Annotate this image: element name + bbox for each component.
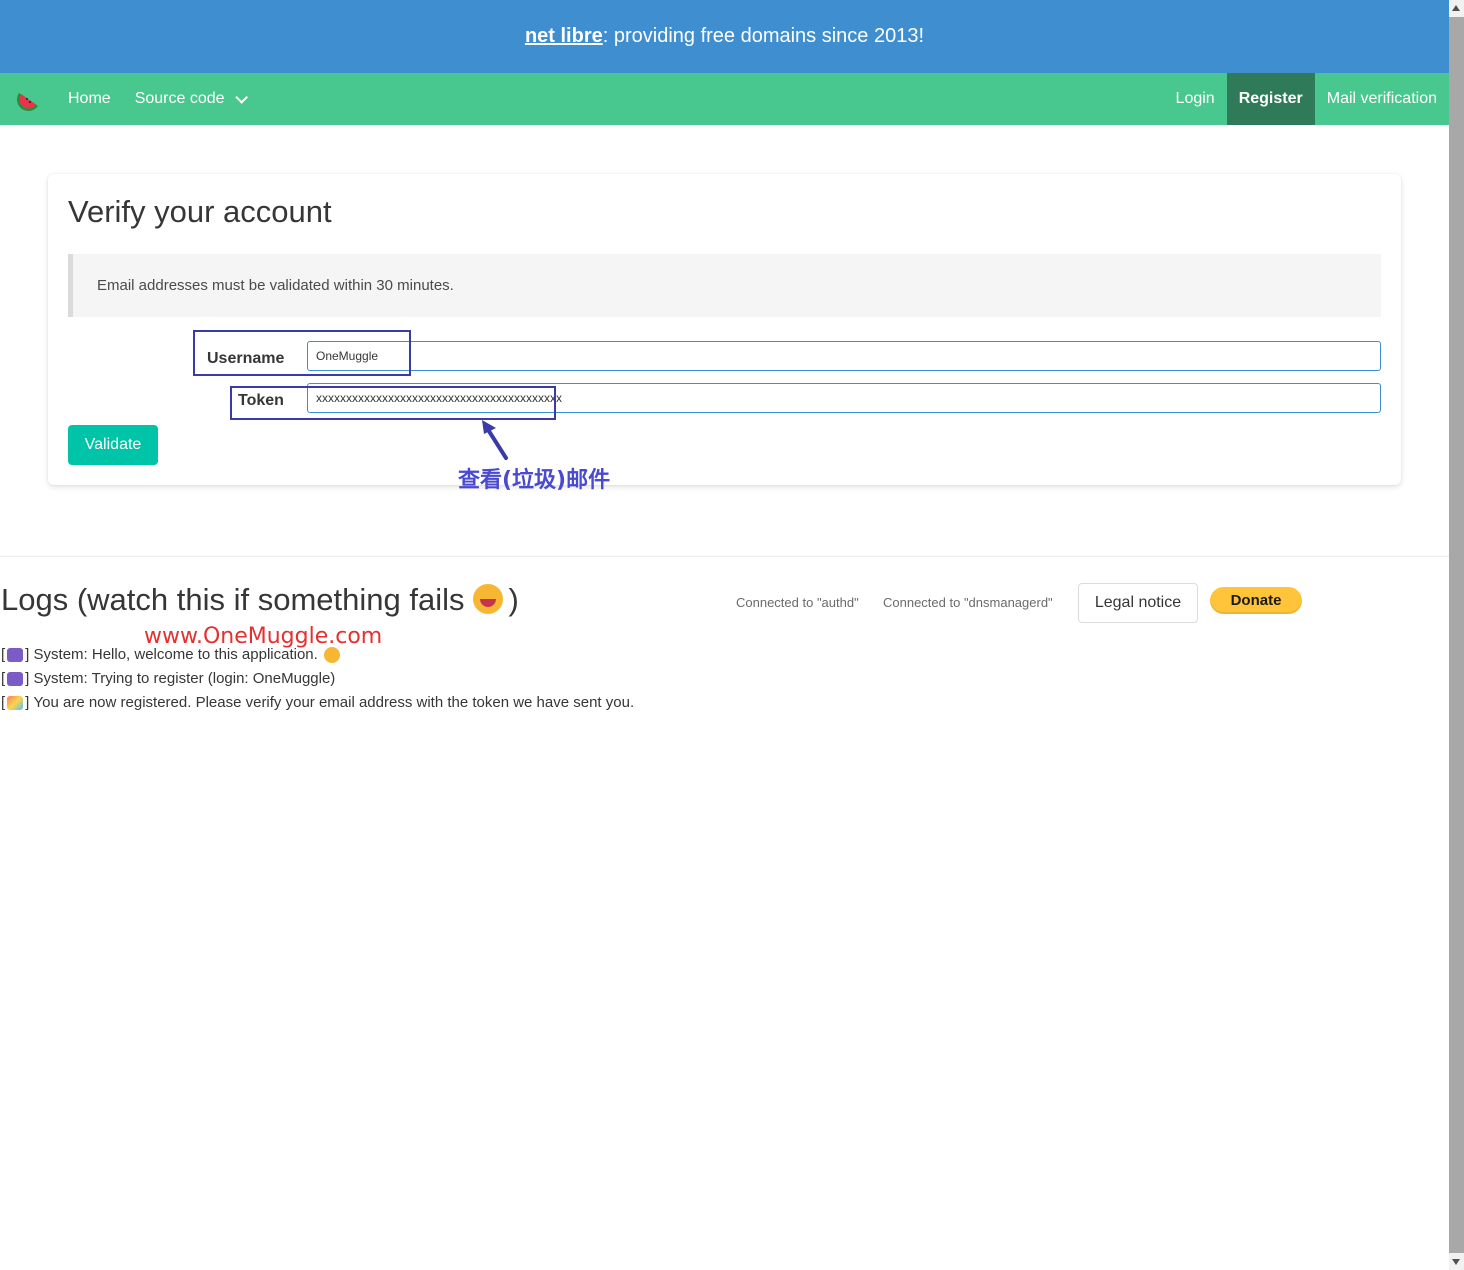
banner-text: : providing free domains since 2013! <box>602 25 925 47</box>
nav-mail-verification[interactable]: Mail verification <box>1315 73 1449 125</box>
bracket-close: ] <box>25 694 34 711</box>
logs-title-text: Logs (watch this if something fails <box>1 582 465 617</box>
robot-icon <box>7 671 24 686</box>
nav-right: Login Register Mail verification <box>1164 73 1449 125</box>
notice-box: Email addresses must be validated within… <box>68 254 1381 317</box>
bracket-open: [ <box>1 646 6 663</box>
top-banner: net libre : providing free domains since… <box>0 0 1449 73</box>
navbar: Home Source code Login Register Mail ver… <box>0 73 1449 125</box>
donate-button[interactable]: Donate <box>1210 587 1302 614</box>
annotation-arrow-icon <box>482 420 508 460</box>
username-input[interactable]: OneMuggle <box>307 341 1381 371</box>
annotation-text: 查看(垃圾)邮件 <box>458 468 611 493</box>
section-divider <box>0 556 1449 557</box>
status-authd: Connected to "authd" <box>736 595 859 610</box>
nav-source-code-label: Source code <box>134 90 225 107</box>
nav-source-code[interactable]: Source code <box>123 73 256 125</box>
logo-icon[interactable] <box>0 73 56 125</box>
party-face-icon <box>323 646 340 663</box>
log-text: You are now registered. Please verify yo… <box>33 694 635 711</box>
bracket-close: ] <box>25 646 34 663</box>
log-entry: [] You are now registered. Please verify… <box>1 694 634 711</box>
log-text: System: Trying to register (login: OneMu… <box>33 670 336 687</box>
log-entry: [] System: Hello, welcome to this applic… <box>1 646 340 663</box>
log-text: System: Hello, welcome to this applicati… <box>33 646 318 663</box>
notice-text: Email addresses must be validated within… <box>97 277 454 294</box>
party-popper-icon <box>7 695 24 710</box>
nav-home[interactable]: Home <box>56 73 123 125</box>
bracket-open: [ <box>1 694 6 711</box>
bracket-close: ] <box>25 670 34 687</box>
legal-notice-button[interactable]: Legal notice <box>1078 583 1198 623</box>
bracket-open: [ <box>1 670 6 687</box>
scroll-down-icon[interactable] <box>1452 1259 1460 1265</box>
page-title: Verify your account <box>68 194 332 229</box>
nav-register[interactable]: Register <box>1226 73 1315 125</box>
robot-icon <box>7 647 24 662</box>
logs-title-end: ) <box>508 582 519 617</box>
validate-button[interactable]: Validate <box>68 425 158 465</box>
annotation-box-token <box>230 386 556 420</box>
log-entry: [] System: Trying to register (login: On… <box>1 670 335 687</box>
status-dnsmanagerd: Connected to "dnsmanagerd" <box>883 595 1053 610</box>
scroll-up-icon[interactable] <box>1452 5 1460 11</box>
chevron-down-icon <box>234 90 248 104</box>
net-libre-link[interactable]: net libre <box>525 25 603 48</box>
scrollbar-thumb[interactable] <box>1449 17 1464 1253</box>
nav-login[interactable]: Login <box>1164 73 1227 125</box>
vertical-scrollbar[interactable] <box>1449 0 1464 1270</box>
annotation-box-username <box>193 330 411 376</box>
logs-title: Logs (watch this if something fails) <box>1 582 519 618</box>
grinning-sweat-icon <box>472 584 503 614</box>
